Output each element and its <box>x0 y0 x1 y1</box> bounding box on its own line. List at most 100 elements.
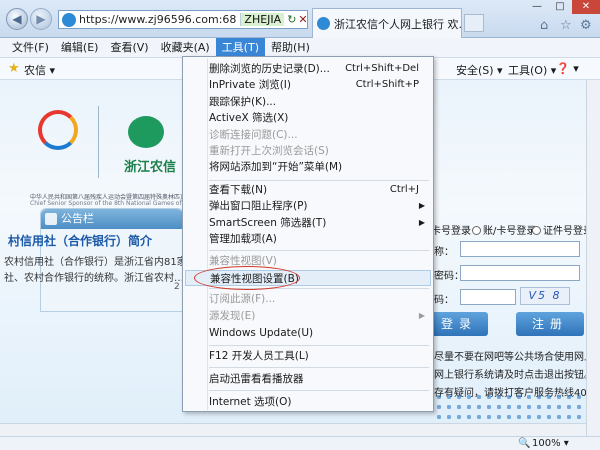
stop-icon[interactable]: ✕ <box>298 13 307 26</box>
games-logo-icon <box>38 110 78 150</box>
tab-site-icon <box>317 17 330 30</box>
favorites-add-icon[interactable]: ★ <box>8 61 20 76</box>
security-tip-line: 网上银行系统请及时点击退出按钮。 <box>434 370 586 381</box>
favorites-folder-arrow: ▾ <box>49 64 56 77</box>
menu-item-diagnose: 诊断连接问题(C)... <box>185 127 431 143</box>
submenu-arrow-icon: ▶ <box>418 218 425 227</box>
username-field[interactable] <box>460 241 580 257</box>
menu-favorites[interactable]: 收藏夹(A) <box>155 38 216 58</box>
menu-tools[interactable]: 工具(T) <box>215 37 265 58</box>
menu-item-label: 跟踪保护(K)... <box>209 96 277 108</box>
security-tip-line: 尽量不要在网吧等公共场合使用网上银 <box>434 352 586 363</box>
menu-item-label: F12 开发人员工具(L) <box>209 350 309 362</box>
menu-item-popup-blocker[interactable]: 弹出窗口阻止程序(P) ▶ <box>185 198 431 214</box>
submenu-arrow-icon: ▶ <box>418 201 425 210</box>
menu-item-shortcut: Ctrl+Shift+Del <box>345 63 419 74</box>
menu-separator <box>209 180 429 181</box>
menu-item-reopen-session: 重新打开上次浏览会话(S) <box>185 143 431 159</box>
captcha-label: 码： <box>434 295 454 306</box>
notice-text-line[interactable]: 社、农村合作银行的统称。浙江省农村…… <box>4 269 194 284</box>
bank-logo-icon <box>128 116 164 148</box>
certificate-badge[interactable]: ZHEJIA <box>240 13 285 26</box>
menu-item-label: 诊断连接问题(C)... <box>209 129 298 141</box>
menu-item-label: Internet 选项(O) <box>209 396 292 408</box>
menu-item-xunlei-player[interactable]: 启动迅雷看看播放器 <box>185 371 431 387</box>
settings-gear-icon[interactable]: ⚙ <box>580 18 592 33</box>
site-icon <box>62 12 76 27</box>
menu-item-delete-history[interactable]: 删除浏览的历史记录(D)... Ctrl+Shift+Del <box>185 61 431 77</box>
menu-item-label: 启动迅雷看看播放器 <box>209 373 304 385</box>
login-type-account-label: 账/卡号登录 <box>483 226 537 237</box>
tab-title: 浙江农信个人网上银行 欢... <box>334 17 462 31</box>
tools-dropdown-menu: 删除浏览的历史记录(D)... Ctrl+Shift+Del InPrivate … <box>182 56 434 412</box>
zoom-icon[interactable]: 🔍 <box>518 438 530 449</box>
menu-item-add-to-start[interactable]: 将网站添加到“开始”菜单(M) <box>185 159 431 175</box>
menu-item-manage-addons[interactable]: 管理加载项(A) <box>185 231 431 247</box>
menu-item-f12-devtools[interactable]: F12 开发人员工具(L) <box>185 348 431 364</box>
browser-window: ◀ ▶ https://www.zj96596.com:68 ZHEJIA ↻ … <box>0 0 600 450</box>
radio-icon <box>532 226 541 235</box>
login-type-id[interactable]: 证件号登录 <box>532 222 586 237</box>
notice-icon <box>45 213 57 225</box>
zoom-arrow: ▾ <box>563 438 569 449</box>
minimize-button[interactable]: — <box>526 0 548 14</box>
login-type-account[interactable]: 账/卡号登录 <box>472 222 536 237</box>
menu-help[interactable]: 帮助(H) <box>265 38 316 58</box>
zoom-level-value: 100% <box>532 438 561 449</box>
login-type-card-label: 卡号登录 <box>431 226 471 237</box>
close-window-button[interactable]: ✕ <box>572 0 600 14</box>
password-field[interactable] <box>460 265 580 281</box>
menu-view[interactable]: 查看(V) <box>104 38 154 58</box>
back-button[interactable]: ◀ <box>6 8 28 30</box>
forward-button[interactable]: ▶ <box>30 8 52 30</box>
register-button[interactable]: 注册 <box>516 312 584 336</box>
menu-item-feed-discovery: 源发现(E) ▶ <box>185 308 431 324</box>
help-cmd-menu[interactable]: ❓ ▾ <box>556 62 579 75</box>
menu-item-tracking-protection[interactable]: 跟踪保护(K)... <box>185 94 431 110</box>
favorites-folder[interactable]: 农信 ▾ <box>24 62 55 78</box>
favorites-star-icon[interactable]: ☆ <box>560 18 572 33</box>
notice-header: 公告栏 <box>41 209 183 229</box>
submenu-arrow-icon: ▶ <box>418 311 425 320</box>
address-bar[interactable]: https://www.zj96596.com:68 ZHEJIA ↻ ✕ <box>58 10 308 29</box>
maximize-button[interactable]: □ <box>549 0 571 14</box>
login-type-id-label: 证件号登录 <box>543 226 586 237</box>
horizontal-scrollbar[interactable] <box>0 423 586 436</box>
menu-item-view-downloads[interactable]: 查看下载(N) Ctrl+J <box>185 182 431 198</box>
captcha-image[interactable]: V5 8 <box>520 287 570 305</box>
menu-file[interactable]: 文件(F) <box>6 38 55 58</box>
tools-cmd-menu[interactable]: 工具(O) ▾ <box>508 62 556 78</box>
browser-tab[interactable]: 浙江农信个人网上银行 欢... × <box>312 8 462 38</box>
menu-item-label: 源发现(E) <box>209 310 256 322</box>
menu-item-label: ActiveX 筛选(X) <box>209 112 289 124</box>
new-tab-button[interactable] <box>464 14 484 32</box>
menu-item-smartscreen[interactable]: SmartScreen 筛选器(T) ▶ <box>185 215 431 231</box>
menu-separator <box>209 345 429 346</box>
menu-item-shortcut: Ctrl+J <box>389 184 419 195</box>
radio-icon <box>472 226 481 235</box>
favorites-folder-label: 农信 <box>24 64 46 77</box>
menu-item-inprivate[interactable]: InPrivate 浏览(I) Ctrl+Shift+P <box>185 77 431 93</box>
home-icon[interactable]: ⌂ <box>540 18 548 33</box>
safety-menu[interactable]: 安全(S) ▾ <box>456 62 503 78</box>
menu-item-label: 弹出窗口阻止程序(P) <box>209 200 308 212</box>
notice-date: 2 <box>174 282 180 292</box>
captcha-field[interactable] <box>460 289 516 305</box>
menu-item-activex-filter[interactable]: ActiveX 筛选(X) <box>185 110 431 126</box>
refresh-icon[interactable]: ↻ <box>287 13 296 26</box>
menu-edit[interactable]: 编辑(E) <box>55 38 105 58</box>
username-label: 称： <box>434 247 454 258</box>
notice-title[interactable]: 村信用社（合作银行）简介 <box>8 232 152 249</box>
menu-separator <box>209 250 429 251</box>
vertical-scrollbar[interactable] <box>586 80 600 436</box>
menu-item-label: 将网站添加到“开始”菜单(M) <box>209 161 343 173</box>
highlight-annotation-ellipse <box>194 266 300 290</box>
notice-header-label: 公告栏 <box>61 212 94 225</box>
status-bar: 🔍 100% ▾ <box>0 436 600 450</box>
address-url[interactable]: https://www.zj96596.com:68 <box>79 13 236 26</box>
zoom-level[interactable]: 100% ▾ <box>532 437 569 450</box>
title-bar: ◀ ▶ https://www.zj96596.com:68 ZHEJIA ↻ … <box>0 0 600 38</box>
menu-item-windows-update[interactable]: Windows Update(U) <box>185 325 431 341</box>
login-button[interactable]: 登录 <box>430 312 488 336</box>
menu-item-internet-options[interactable]: Internet 选项(O) <box>185 394 431 410</box>
